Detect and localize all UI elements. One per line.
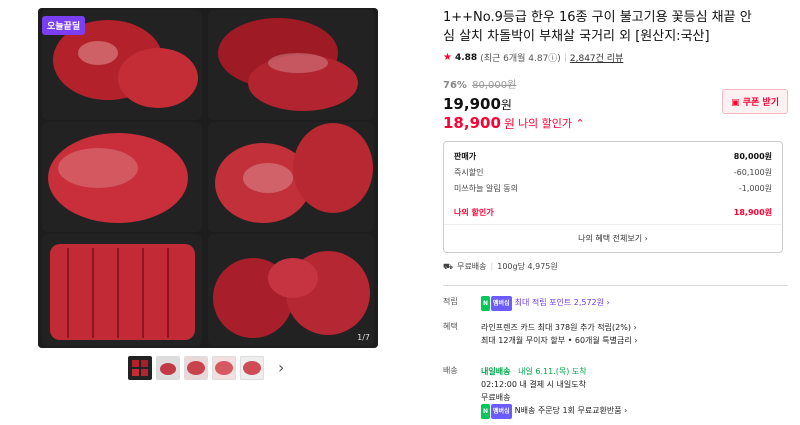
breakdown-row-instant: 즉시할인 -60,100원: [454, 167, 772, 177]
divider: [443, 285, 788, 286]
rating-score: 4.88: [454, 52, 478, 63]
star-icon: ★: [443, 52, 452, 63]
deal-badge: 오늘끝딜: [42, 16, 86, 35]
points-row: 적립 N 멤버십 최대 적립 포인트 2,572원 ›: [443, 296, 788, 311]
truck-icon: ⛟: [443, 261, 454, 271]
delivery-cutoff: 02:12:00 내 결제 시 내일도착: [481, 380, 586, 389]
npay-icon: N: [481, 296, 491, 311]
tomorrow-delivery-badge: 내일배송: [481, 367, 511, 376]
discount-percent: 76%: [443, 80, 467, 91]
card-benefit-link[interactable]: 라인프렌즈 카드 최대 378원 추가 적립(2%) ›: [481, 323, 637, 332]
shipping-row: ⛟ 무료배송 | 100g당 4,975원: [443, 261, 558, 272]
thumbnail-1[interactable]: [128, 356, 152, 380]
npay-icon: N: [481, 404, 491, 419]
rating-row: ★ 4.88 (최근 6개월 4.87ⓘ) | 2,847건 리뷰: [443, 51, 624, 64]
thumbnail-3[interactable]: [184, 356, 208, 380]
rating-detail: (최근 6개월 4.87ⓘ): [480, 54, 561, 64]
thumbnail-4[interactable]: [212, 356, 236, 380]
coupon-button[interactable]: ▣ 쿠폰 받기: [722, 89, 788, 114]
breakdown-row-base: 판매가 80,000원: [454, 151, 772, 161]
return-policy-link[interactable]: N배송 주문당 1회 무료교환반품 ›: [515, 406, 628, 415]
sale-price: 18,900 원 나의 할인가 ⌃: [443, 114, 788, 132]
product-image-main[interactable]: 오늘끝딜 1/7: [38, 8, 378, 348]
shipping-detail: 100g당 4,975원: [497, 262, 558, 271]
membership-icon: 멤버십: [491, 296, 512, 311]
benefit-row: 혜택 라인프렌즈 카드 최대 378원 추가 적립(2%) › 최대 12개월 …: [443, 322, 638, 345]
breakdown-row-total: 나의 할인가 18,900원: [454, 207, 772, 217]
review-count-link[interactable]: 2,847건 리뷰: [570, 51, 623, 64]
coupon-label: 쿠폰 받기: [742, 98, 779, 108]
coupon-icon: ▣: [731, 98, 740, 108]
delivery-row: 배송 내일배송 · 내일 6.11.(목) 도착 02:12:00 내 결제 시…: [443, 365, 788, 419]
sale-price-value: 18,900: [443, 114, 501, 132]
product-title: 1++No.9등급 한우 16종 구이 불고기용 꽃등심 채끝 안심 살치 차돌…: [443, 10, 752, 44]
points-link[interactable]: 최대 적립 포인트 2,572원 ›: [515, 298, 610, 307]
sale-price-unit: 원: [503, 116, 515, 131]
product-info-panel: 1++No.9등급 한우 16종 구이 불고기용 꽃등심 채끝 안심 살치 차돌…: [443, 0, 788, 425]
thumbnail-5[interactable]: [240, 356, 264, 380]
price-unit: 원: [500, 98, 512, 112]
price-breakdown-box: 판매가 80,000원 즉시할인 -60,100원 미쓰하늘 알림 동의 -1,…: [443, 141, 783, 253]
breakdown-row-alert: 미쓰하늘 알림 동의 -1,000원: [454, 183, 772, 193]
price-value: 19,900: [443, 95, 501, 113]
delivery-date: 내일 6.11.(목) 도착: [518, 367, 587, 376]
meat-photo: [38, 8, 378, 348]
shipping-label: 무료배송: [457, 262, 487, 271]
thumbnail-strip: [128, 356, 264, 380]
original-price: 80,000원: [472, 80, 517, 91]
thumbnail-2[interactable]: [156, 356, 180, 380]
view-all-benefits-link[interactable]: 나의 혜택 전체보기 ›: [444, 224, 782, 252]
chevron-right-icon[interactable]: ›: [278, 358, 284, 377]
image-counter: 1/7: [357, 333, 370, 342]
installment-link[interactable]: 최대 12개월 무이자 할부 • 60개월 특별금리 ›: [481, 336, 637, 345]
my-discount-toggle[interactable]: 나의 할인가 ⌃: [518, 115, 585, 131]
membership-icon: 멤버십: [491, 404, 512, 419]
